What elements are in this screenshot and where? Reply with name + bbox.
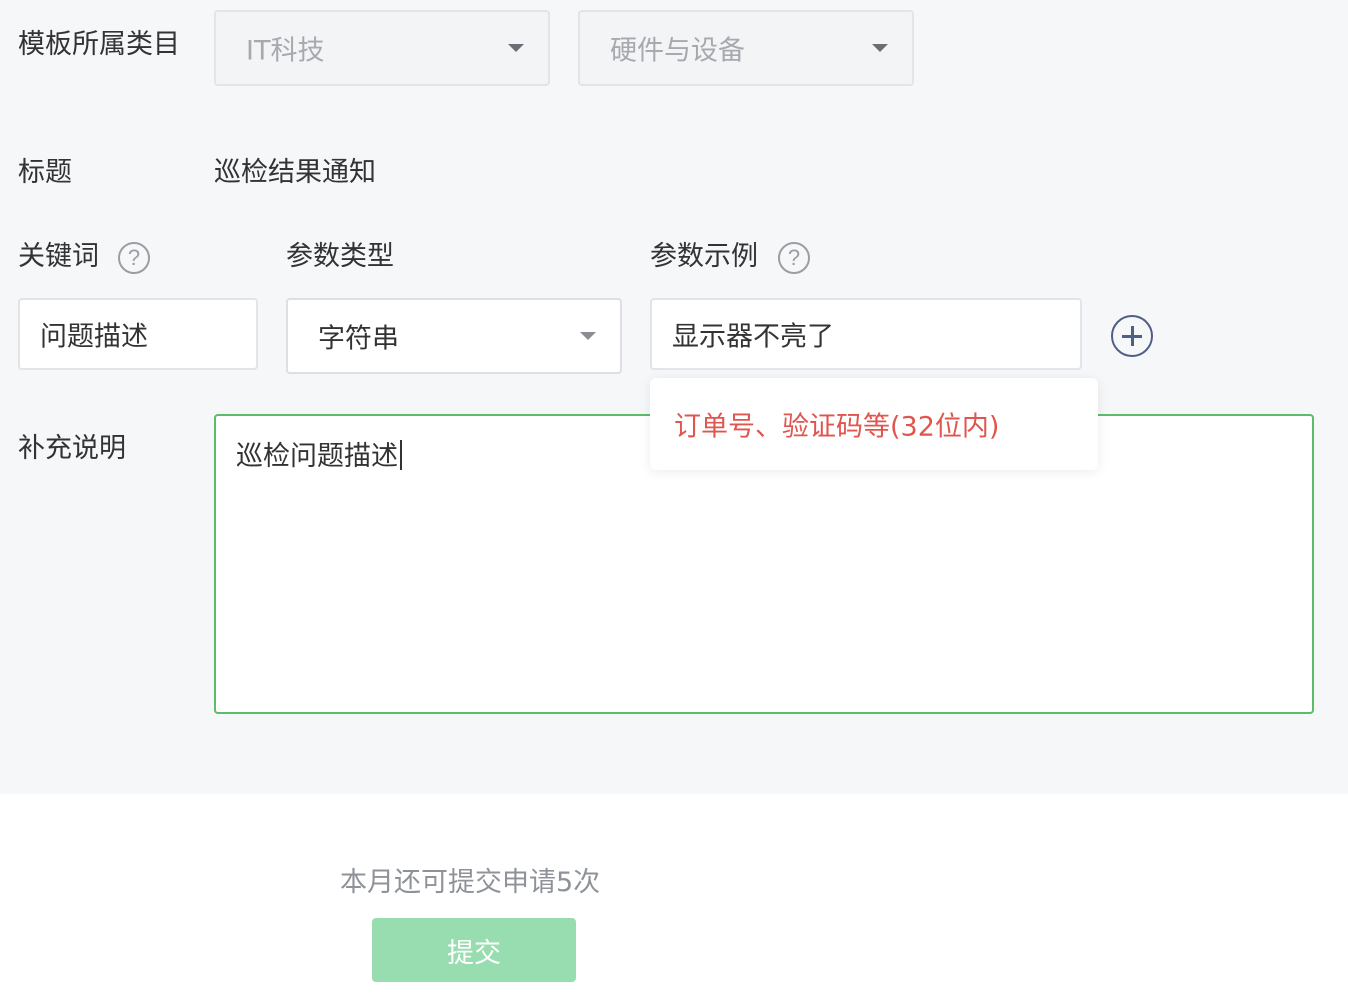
tooltip-text: 订单号、验证码等(32位内)	[674, 411, 1000, 443]
caret-down-icon	[508, 44, 524, 52]
param-example-value: 显示器不亮了	[672, 321, 834, 353]
param-type-select[interactable]: 字符串	[286, 298, 622, 374]
param-type-value: 字符串	[318, 323, 399, 355]
category-secondary-value: 硬件与设备	[610, 35, 745, 67]
title-value: 巡检结果通知	[214, 157, 376, 188]
text-cursor	[400, 440, 402, 470]
category-primary-select[interactable]: IT科技	[214, 10, 550, 86]
keyword-input-value: 问题描述	[40, 321, 148, 353]
question-circle-icon[interactable]: ?	[778, 242, 810, 274]
param-example-input[interactable]: 显示器不亮了	[650, 298, 1082, 370]
title-label: 标题	[18, 157, 72, 188]
keyword-header: 关键词	[18, 241, 99, 272]
category-label: 模板所属类目	[18, 29, 180, 60]
caret-down-icon	[872, 44, 888, 52]
question-circle-icon[interactable]: ?	[118, 242, 150, 274]
keyword-input[interactable]: 问题描述	[18, 298, 258, 370]
caret-down-icon	[580, 332, 596, 340]
param-type-header: 参数类型	[286, 241, 394, 272]
plus-circle-icon[interactable]	[1111, 315, 1153, 357]
submit-button[interactable]: 提交	[372, 918, 576, 982]
form-area: 模板所属类目 IT科技 硬件与设备 标题 巡检结果通知 关键词 ? 参数类型 参…	[0, 0, 1348, 794]
param-example-header: 参数示例	[650, 241, 758, 272]
category-primary-value: IT科技	[246, 35, 325, 67]
param-example-tooltip: 订单号、验证码等(32位内)	[650, 378, 1098, 470]
category-secondary-select[interactable]: 硬件与设备	[578, 10, 914, 86]
footer-area	[0, 794, 1348, 1004]
quota-text: 本月还可提交申请5次	[340, 867, 601, 898]
note-textarea-value: 巡检问题描述	[236, 441, 398, 472]
note-label: 补充说明	[18, 433, 126, 464]
